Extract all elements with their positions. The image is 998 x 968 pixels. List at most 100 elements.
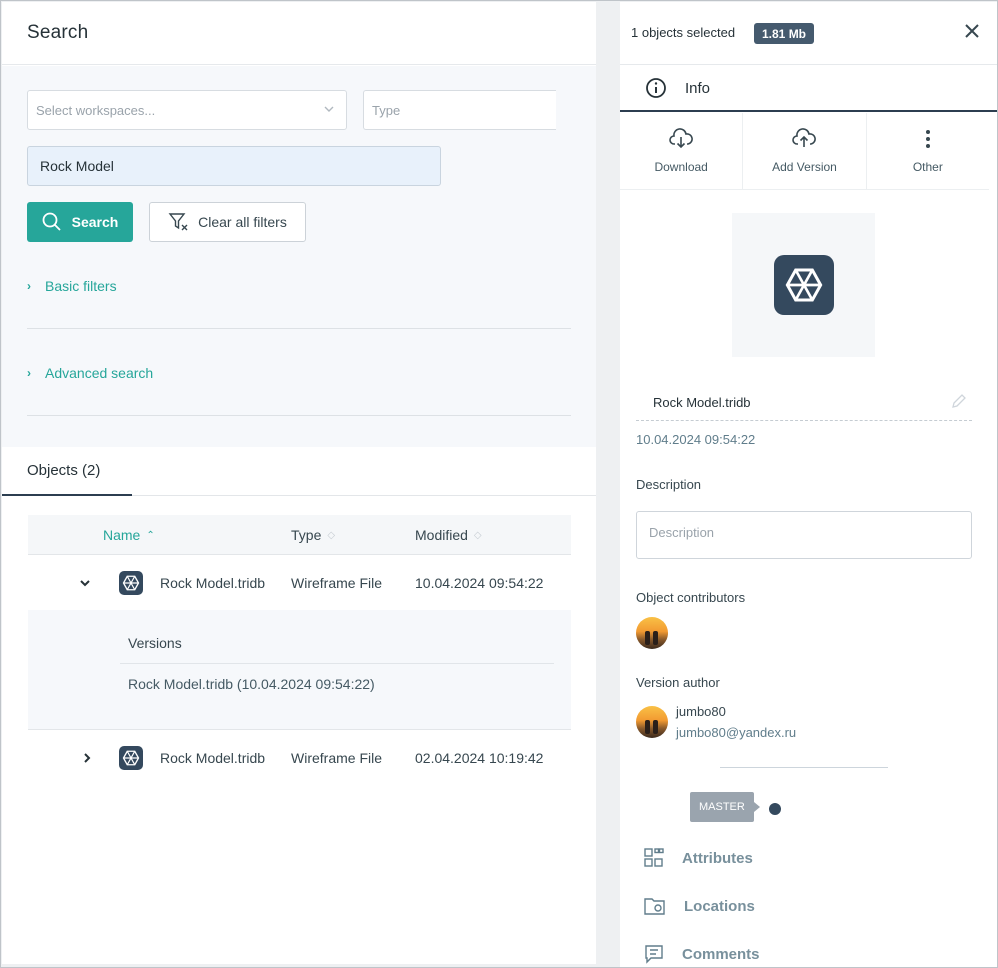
add-version-button[interactable]: Add Version bbox=[743, 113, 867, 189]
selected-count: 1 objects selected bbox=[631, 25, 736, 40]
basic-filters-label: Basic filters bbox=[45, 278, 117, 294]
column-modified[interactable]: Modified ◇ bbox=[415, 515, 482, 555]
row-modified: 10.04.2024 09:54:22 bbox=[415, 574, 544, 591]
details-panel: 1 objects selected 1.81 Mb Info Download… bbox=[620, 2, 997, 967]
other-label: Other bbox=[912, 160, 943, 174]
search-input[interactable]: Rock Model bbox=[27, 146, 441, 186]
advanced-search-label: Advanced search bbox=[45, 365, 154, 381]
column-type-label: Type bbox=[291, 527, 322, 543]
version-author-label: Version author bbox=[636, 675, 720, 690]
page-title: Search bbox=[27, 22, 89, 43]
sort-asc-icon: ⌃ bbox=[146, 529, 155, 541]
comment-icon bbox=[645, 945, 663, 964]
close-icon[interactable] bbox=[963, 22, 981, 40]
download-label: Download bbox=[654, 160, 708, 174]
add-version-label: Add Version bbox=[772, 160, 837, 174]
sort-icon: ◇ bbox=[327, 529, 336, 541]
locations-section[interactable]: Locations bbox=[644, 891, 755, 921]
objects-table: Name ⌃ Type ◇ Modified ◇ Rock Model.trid… bbox=[28, 515, 571, 785]
comments-section[interactable]: Comments bbox=[644, 939, 760, 967]
avatar[interactable] bbox=[636, 617, 668, 649]
pencil-icon[interactable] bbox=[950, 392, 968, 410]
collapse-toggle[interactable] bbox=[79, 555, 91, 610]
workspaces-placeholder: Select workspaces... bbox=[36, 102, 156, 118]
comments-label: Comments bbox=[682, 945, 760, 963]
avatar[interactable] bbox=[636, 706, 668, 738]
locations-label: Locations bbox=[684, 897, 755, 915]
advanced-search-toggle[interactable]: › Advanced search bbox=[27, 365, 153, 381]
attributes-label: Attributes bbox=[682, 849, 753, 867]
search-input-value: Rock Model bbox=[40, 158, 114, 174]
folder-location-icon bbox=[644, 898, 665, 915]
details-header: 1 objects selected 1.81 Mb bbox=[620, 2, 997, 65]
app-window: Search Select workspaces... Type Rock Mo… bbox=[0, 0, 998, 968]
clear-filters-button[interactable]: Clear all filters bbox=[149, 202, 306, 242]
size-badge: 1.81 Mb bbox=[754, 23, 815, 44]
table-row[interactable]: Rock Model.tridb Wireframe File 10.04.20… bbox=[28, 555, 571, 610]
basic-filters-toggle[interactable]: › Basic filters bbox=[27, 278, 117, 294]
table-header: Name ⌃ Type ◇ Modified ◇ bbox=[28, 515, 571, 555]
column-name[interactable]: Name ⌃ bbox=[103, 515, 155, 555]
search-button[interactable]: Search bbox=[27, 202, 133, 242]
tab-objects[interactable]: Objects (2) bbox=[2, 447, 132, 496]
file-name: Rock Model.tridb bbox=[653, 395, 751, 410]
chevron-right-icon: › bbox=[27, 279, 31, 293]
row-type: Wireframe File bbox=[291, 749, 383, 766]
divider bbox=[120, 663, 554, 664]
cloud-download-icon bbox=[669, 128, 694, 149]
search-button-label: Search bbox=[71, 214, 119, 230]
cloud-upload-icon bbox=[792, 128, 817, 147]
description-textarea[interactable]: Description bbox=[636, 511, 972, 559]
tab-objects-label: Objects (2) bbox=[27, 462, 101, 479]
table-row[interactable]: Rock Model.tridb Wireframe File 02.04.20… bbox=[28, 730, 571, 785]
version-node[interactable] bbox=[769, 803, 781, 815]
results-tabs: Objects (2) bbox=[2, 447, 596, 496]
file-name-field[interactable]: Rock Model.tridb bbox=[636, 384, 972, 421]
workspaces-select[interactable]: Select workspaces... bbox=[27, 90, 347, 130]
wireframe-file-icon bbox=[773, 255, 834, 315]
file-preview bbox=[732, 213, 875, 357]
clear-filters-label: Clear all filters bbox=[198, 214, 287, 230]
version-item[interactable]: Rock Model.tridb (10.04.2024 09:54:22) bbox=[128, 676, 375, 692]
download-button[interactable]: Download bbox=[620, 113, 744, 189]
column-name-label: Name bbox=[103, 527, 141, 543]
divider bbox=[27, 328, 571, 329]
versions-title: Versions bbox=[128, 635, 182, 651]
row-name: Rock Model.tridb bbox=[160, 749, 266, 766]
filters-area: Select workspaces... Type Rock Model Sea… bbox=[2, 66, 596, 447]
more-vertical-icon bbox=[925, 130, 930, 148]
tab-info-label: Info bbox=[685, 79, 711, 97]
description-label: Description bbox=[636, 477, 702, 492]
search-header: Search bbox=[2, 2, 596, 65]
wireframe-file-icon bbox=[119, 570, 143, 595]
author-email: jumbo80@yandex.ru bbox=[676, 725, 797, 740]
search-panel: Search Select workspaces... Type Rock Mo… bbox=[2, 2, 596, 964]
chevron-right-icon bbox=[84, 752, 91, 763]
wireframe-file-icon bbox=[119, 745, 143, 770]
divider bbox=[27, 415, 571, 416]
filter-clear-icon bbox=[168, 213, 188, 231]
row-file-icon bbox=[119, 555, 143, 610]
row-type: Wireframe File bbox=[291, 574, 383, 591]
divider bbox=[720, 767, 888, 768]
row-file-icon bbox=[119, 730, 143, 785]
author-name: jumbo80 bbox=[676, 704, 726, 719]
info-icon bbox=[646, 78, 666, 98]
search-icon bbox=[42, 212, 61, 231]
tab-info[interactable]: Info bbox=[620, 66, 997, 112]
type-select[interactable]: Type bbox=[363, 90, 556, 130]
chevron-down-icon bbox=[324, 106, 334, 112]
row-name: Rock Model.tridb bbox=[160, 574, 266, 591]
file-date: 10.04.2024 09:54:22 bbox=[636, 432, 756, 447]
column-type[interactable]: Type ◇ bbox=[291, 515, 335, 555]
description-placeholder: Description bbox=[649, 525, 715, 540]
chevron-down-icon bbox=[80, 579, 90, 586]
type-placeholder: Type bbox=[372, 102, 401, 118]
actions-bar: Download Add Version Other bbox=[620, 113, 989, 190]
expand-toggle[interactable] bbox=[81, 730, 93, 785]
attributes-section[interactable]: Attributes bbox=[644, 843, 753, 873]
grid-icon bbox=[644, 848, 664, 867]
other-button[interactable]: Other bbox=[867, 113, 989, 189]
branch-badge: MASTER bbox=[690, 792, 760, 822]
column-modified-label: Modified bbox=[415, 527, 468, 543]
